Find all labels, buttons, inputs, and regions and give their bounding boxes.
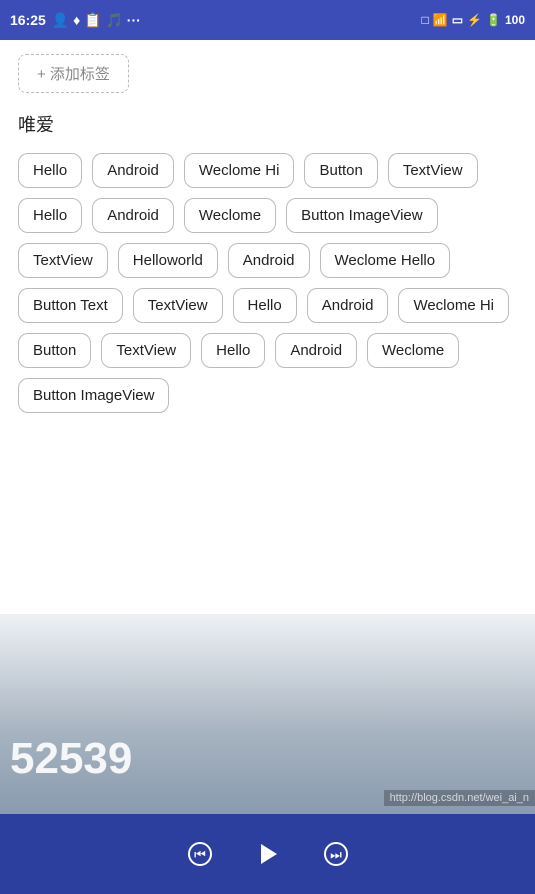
tag-cloud: Hello Android Weclome Hi Button TextView Hell…: [18, 153, 517, 413]
tag-item[interactable]: Button: [18, 333, 91, 368]
tag-item[interactable]: Hello: [18, 198, 82, 233]
bolt-icon: ⚡: [467, 13, 482, 27]
svg-text:⏭: ⏭: [330, 847, 342, 862]
tag-item[interactable]: TextView: [101, 333, 191, 368]
nav-forward-button[interactable]: ⏭: [323, 841, 349, 867]
battery-icon: 🔋: [486, 13, 501, 27]
section-label: 唯爱: [18, 111, 517, 137]
nav-play-button[interactable]: [253, 839, 283, 869]
watermark: http://blog.csdn.net/wei_ai_n: [384, 790, 535, 806]
status-time: 16:25: [10, 12, 46, 28]
tag-item[interactable]: Hello: [18, 153, 82, 188]
tag-item[interactable]: TextView: [133, 288, 223, 323]
status-right: □ 📶 ▭ ⚡ 🔋 100: [422, 13, 525, 27]
tag-item[interactable]: Button ImageView: [286, 198, 437, 233]
status-left: 16:25 👤 ♦ 📋 🎵 ···: [10, 12, 141, 29]
bottom-number: 52539: [10, 734, 132, 784]
tag-item[interactable]: Android: [275, 333, 357, 368]
signal-icon: □: [422, 13, 429, 27]
nav-back-button[interactable]: ⏮: [187, 841, 213, 867]
tag-item[interactable]: Helloworld: [118, 243, 218, 278]
tag-item[interactable]: Button Text: [18, 288, 123, 323]
tag-item[interactable]: Android: [92, 153, 174, 188]
battery-frame-icon: ▭: [452, 13, 463, 27]
tag-item[interactable]: TextView: [388, 153, 478, 188]
battery-percent: 100: [505, 13, 525, 27]
wifi-icon: 📶: [433, 13, 448, 27]
tag-item[interactable]: Weclome: [184, 198, 276, 233]
bottom-gradient-area: 52539: [0, 614, 535, 814]
tag-item[interactable]: Android: [307, 288, 389, 323]
main-content: + 添加标签 唯爱 Hello Android Weclome Hi Button Te…: [0, 40, 535, 427]
tag-item[interactable]: Android: [228, 243, 310, 278]
status-icons: 👤 ♦ 📋 🎵 ···: [52, 12, 141, 29]
tag-item[interactable]: Weclome Hi: [184, 153, 295, 188]
add-tag-label: + 添加标签: [37, 63, 110, 84]
tag-item[interactable]: Button: [304, 153, 377, 188]
bottom-nav: ⏮ ⏭: [0, 814, 535, 894]
tag-item[interactable]: Hello: [201, 333, 265, 368]
tag-item[interactable]: Weclome Hello: [320, 243, 451, 278]
svg-text:⏮: ⏮: [194, 847, 206, 862]
tag-item[interactable]: Weclome Hi: [398, 288, 509, 323]
tag-item[interactable]: Button ImageView: [18, 378, 169, 413]
add-tag-button[interactable]: + 添加标签: [18, 54, 129, 93]
tag-item[interactable]: Hello: [233, 288, 297, 323]
tag-item[interactable]: Android: [92, 198, 174, 233]
status-bar: 16:25 👤 ♦ 📋 🎵 ··· □ 📶 ▭ ⚡ 🔋 100: [0, 0, 535, 40]
tag-item[interactable]: Weclome: [367, 333, 459, 368]
tag-item[interactable]: TextView: [18, 243, 108, 278]
